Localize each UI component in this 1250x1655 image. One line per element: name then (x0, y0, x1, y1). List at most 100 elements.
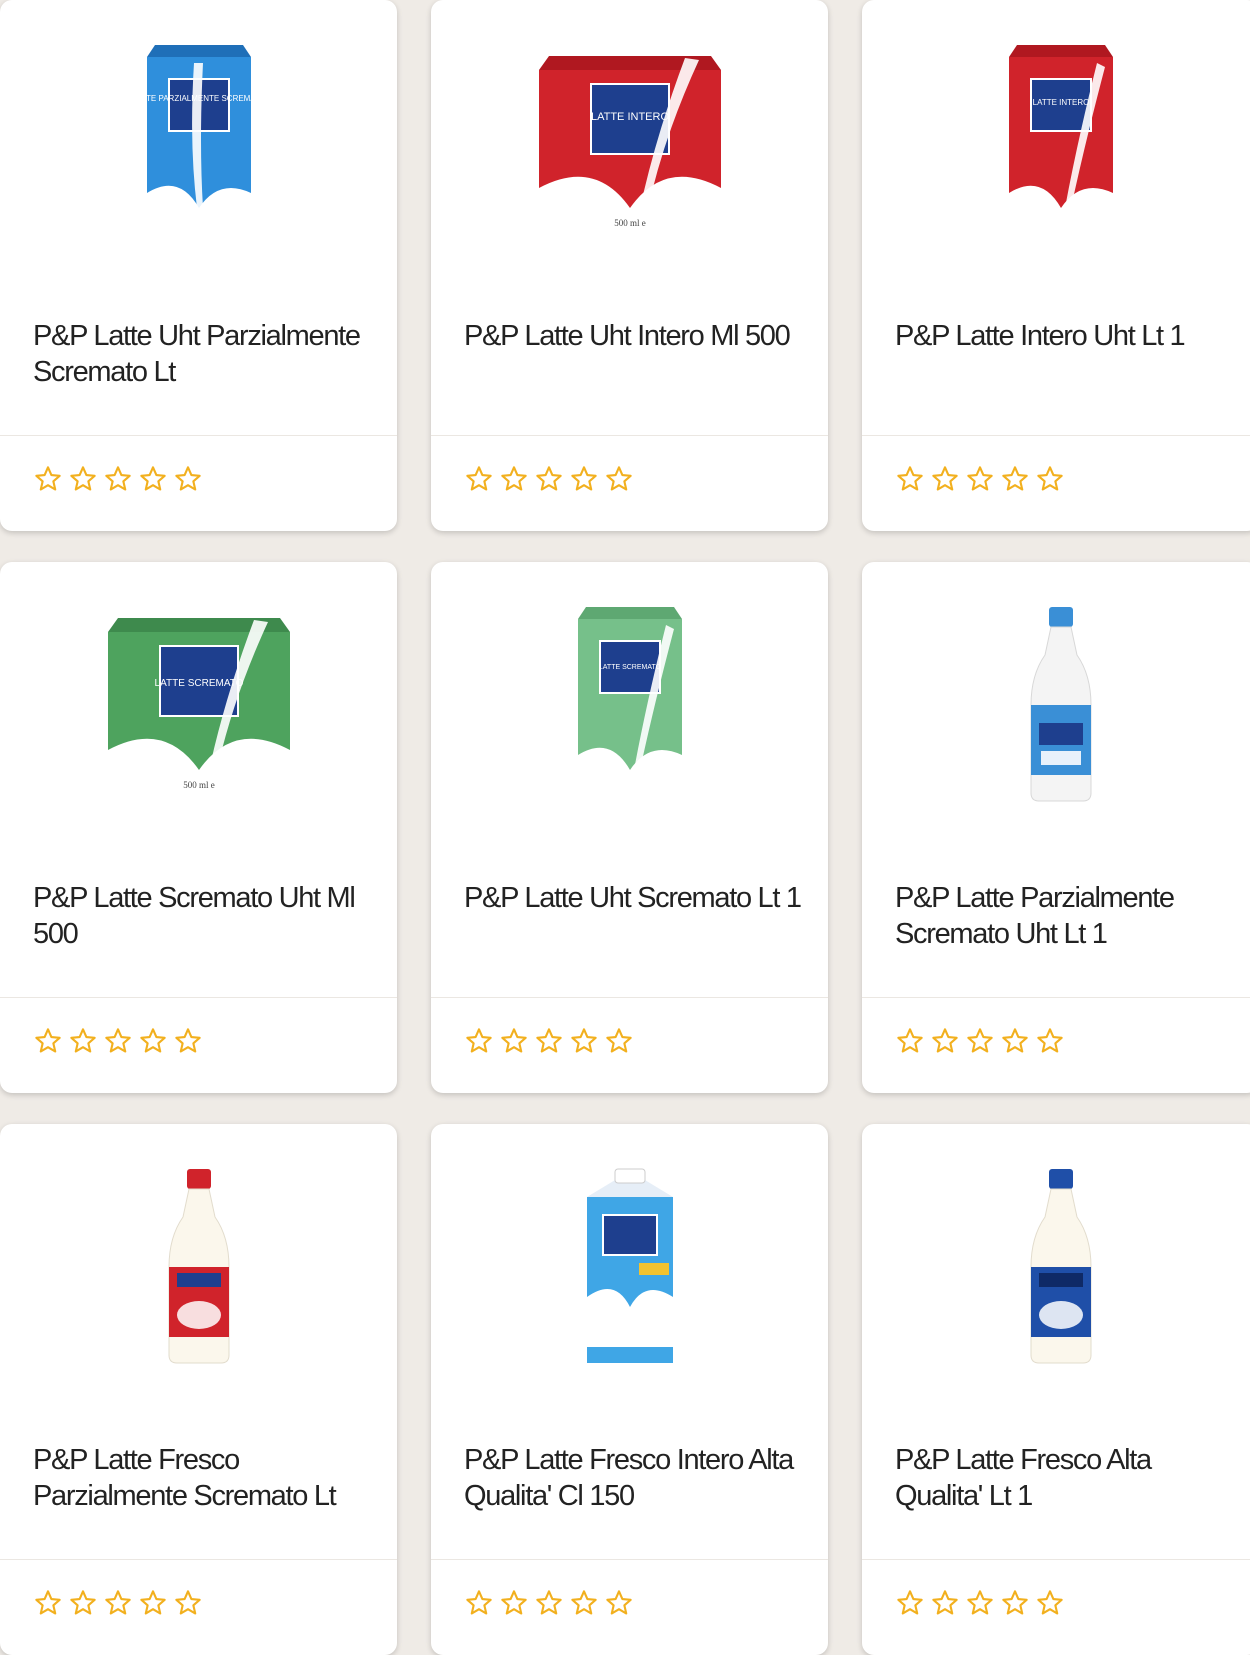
card-divider (431, 435, 828, 436)
product-image[interactable]: LATTE INTERO 500 ml e (431, 28, 828, 258)
star-icon (1037, 1590, 1063, 1615)
star-icon (897, 1028, 923, 1053)
star-icon (571, 466, 597, 491)
star-icon (140, 1590, 166, 1615)
milk-gable-carton-image (586, 1168, 673, 1363)
star-icon (501, 466, 527, 491)
star-icon (606, 1590, 632, 1615)
product-image[interactable] (431, 1152, 828, 1382)
product-image[interactable]: LATTE INTERO (862, 28, 1250, 258)
star-icon (1037, 1028, 1063, 1053)
rating-stars (896, 1027, 1064, 1055)
product-card[interactable]: LATTE SCREMATO P&P Latte Uht Scremato Lt… (431, 562, 828, 1093)
milk-carton-image: LATTE INTERO 500 ml e (538, 56, 721, 236)
card-divider (0, 435, 397, 436)
product-card[interactable]: LATTE INTERO 500 ml e P&P Latte Uht Inte… (431, 0, 828, 531)
rating-stars (465, 465, 633, 493)
star-icon (606, 1028, 632, 1053)
rating-stars (34, 465, 202, 493)
product-card[interactable]: LATTE INTERO P&P Latte Intero Uht Lt 1 (862, 0, 1250, 531)
milk-bottle-image (1030, 607, 1091, 802)
product-title[interactable]: P&P Latte Fresco Intero Alta Qualita' Cl… (464, 1442, 804, 1514)
carton-label-text: LATTE SCREMATO (598, 664, 661, 671)
star-icon (1002, 466, 1028, 491)
star-icon (140, 1028, 166, 1053)
star-icon (897, 1590, 923, 1615)
card-divider (431, 997, 828, 998)
carton-label-text: LATTE SCREMATO (154, 678, 243, 689)
product-grid: LATTE PARZIALMENTE SCREMATO P&P Latte Uh… (0, 0, 1250, 1655)
star-icon (105, 1590, 131, 1615)
star-icon (932, 466, 958, 491)
star-icon (501, 1028, 527, 1053)
star-icon (536, 1028, 562, 1053)
star-icon (1002, 1590, 1028, 1615)
star-icon (466, 1590, 492, 1615)
product-title[interactable]: P&P Latte Uht Intero Ml 500 (464, 318, 804, 354)
star-icon (35, 1028, 61, 1053)
star-icon (175, 1028, 201, 1053)
star-icon (967, 1028, 993, 1053)
star-icon (897, 466, 923, 491)
star-icon (932, 1590, 958, 1615)
product-title[interactable]: P&P Latte Uht Scremato Lt 1 (464, 880, 804, 916)
product-image[interactable]: LATTE SCREMATO 500 ml e (0, 590, 397, 820)
star-icon (466, 466, 492, 491)
milk-bottle-image (168, 1169, 229, 1364)
product-image[interactable] (0, 1152, 397, 1382)
star-icon (140, 466, 166, 491)
star-icon (105, 466, 131, 491)
milk-carton-image: LATTE PARZIALMENTE SCREMATO (139, 45, 259, 239)
rating-stars (896, 1589, 1064, 1617)
product-image[interactable] (862, 590, 1250, 820)
product-image[interactable]: LATTE PARZIALMENTE SCREMATO (0, 28, 397, 258)
carton-size-text: 500 ml e (614, 218, 646, 228)
milk-bottle-image (1030, 1169, 1091, 1364)
star-icon (70, 1590, 96, 1615)
product-title[interactable]: P&P Latte Fresco Alta Qualita' Lt 1 (895, 1442, 1235, 1514)
star-icon (1037, 466, 1063, 491)
product-title[interactable]: P&P Latte Scremato Uht Ml 500 (33, 880, 373, 952)
rating-stars (34, 1589, 202, 1617)
product-title[interactable]: P&P Latte Uht Parzialmente Scremato Lt (33, 318, 373, 390)
card-divider (0, 997, 397, 998)
star-icon (606, 466, 632, 491)
star-icon (70, 1028, 96, 1053)
star-icon (175, 1590, 201, 1615)
product-title[interactable]: P&P Latte Fresco Parzialmente Scremato L… (33, 1442, 373, 1514)
product-card[interactable]: P&P Latte Fresco Alta Qualita' Lt 1 (862, 1124, 1250, 1655)
product-image[interactable] (862, 1152, 1250, 1382)
card-divider (862, 1559, 1250, 1560)
product-title[interactable]: P&P Latte Intero Uht Lt 1 (895, 318, 1235, 354)
star-icon (35, 466, 61, 491)
card-divider (0, 1559, 397, 1560)
milk-carton-image: LATTE SCREMATO 500 ml e (107, 618, 290, 798)
product-title[interactable]: P&P Latte Parzialmente Scremato Uht Lt 1 (895, 880, 1235, 952)
product-card[interactable]: LATTE PARZIALMENTE SCREMATO P&P Latte Uh… (0, 0, 397, 531)
product-card[interactable]: LATTE SCREMATO 500 ml e P&P Latte Screma… (0, 562, 397, 1093)
rating-stars (465, 1027, 633, 1055)
star-icon (536, 1590, 562, 1615)
milk-carton-image: LATTE INTERO (1008, 45, 1113, 239)
carton-label-text: LATTE INTERO (590, 111, 668, 123)
carton-label-text: LATTE INTERO (1032, 98, 1089, 107)
rating-stars (465, 1589, 633, 1617)
product-card[interactable]: P&P Latte Parzialmente Scremato Uht Lt 1 (862, 562, 1250, 1093)
milk-carton-image: LATTE SCREMATO (577, 607, 682, 801)
star-icon (1002, 1028, 1028, 1053)
star-icon (571, 1590, 597, 1615)
star-icon (571, 1028, 597, 1053)
star-icon (536, 466, 562, 491)
card-divider (862, 997, 1250, 998)
product-card[interactable]: P&P Latte Fresco Parzialmente Scremato L… (0, 1124, 397, 1655)
star-icon (35, 1590, 61, 1615)
product-card[interactable]: P&P Latte Fresco Intero Alta Qualita' Cl… (431, 1124, 828, 1655)
star-icon (967, 466, 993, 491)
star-icon (967, 1590, 993, 1615)
star-icon (175, 466, 201, 491)
star-icon (70, 466, 96, 491)
card-divider (431, 1559, 828, 1560)
star-icon (501, 1590, 527, 1615)
star-icon (466, 1028, 492, 1053)
product-image[interactable]: LATTE SCREMATO (431, 590, 828, 820)
